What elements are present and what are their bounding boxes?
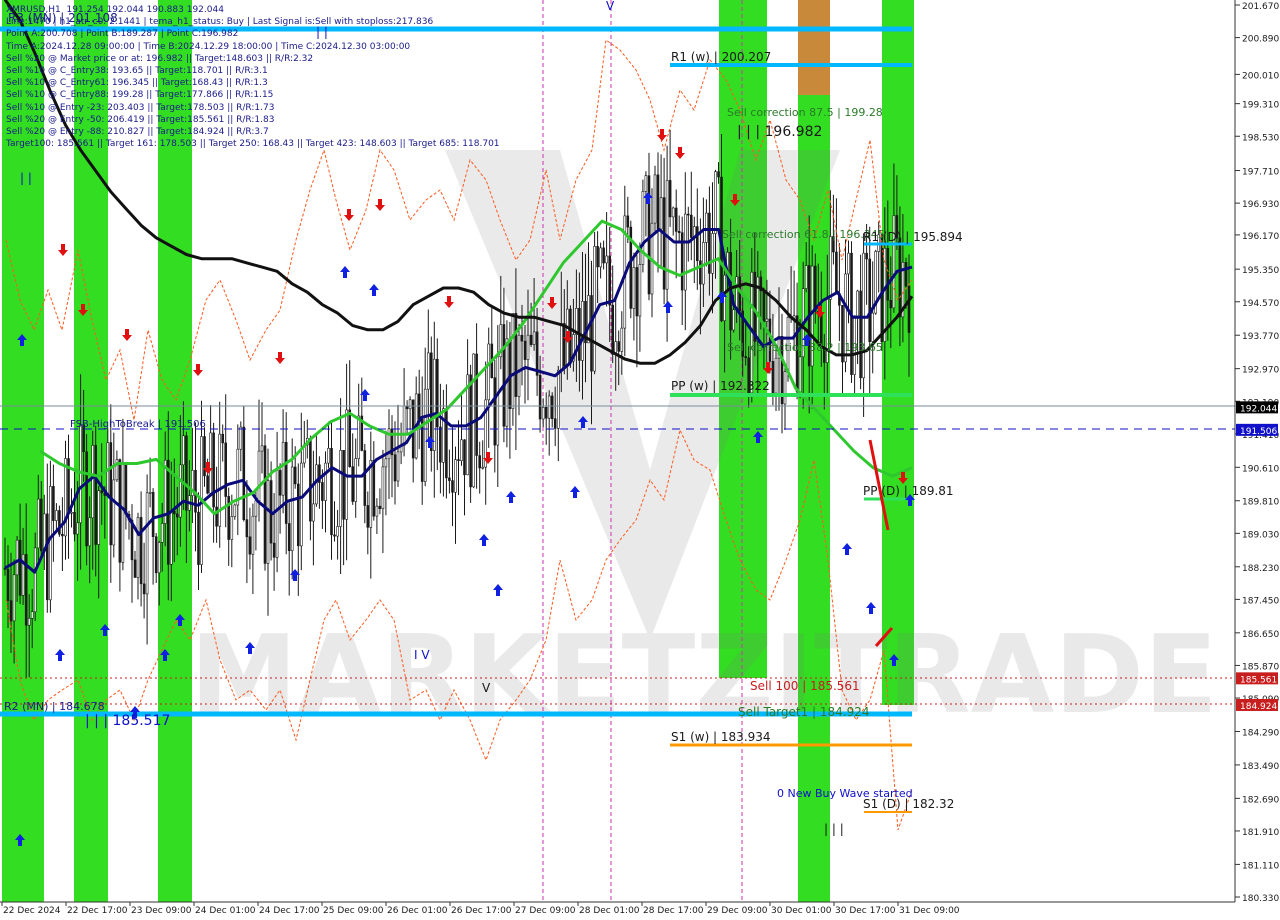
label-point-b: | | | 185.517 xyxy=(85,713,170,729)
x-tick-label: 30 Dec 17:00 xyxy=(835,906,896,916)
y-tick-label: 193.770 xyxy=(1242,332,1279,342)
info-line-8: Sell %10 @ C_Entry88: 199.28 || Target:1… xyxy=(6,90,274,101)
label-new-buy-wave: 0 New Buy Wave started xyxy=(777,787,913,800)
info-line-3: Point A:200.708 | Point B:189.287 | Poin… xyxy=(6,29,239,40)
y-tick-label: 196.930 xyxy=(1242,200,1279,210)
y-tick-label: 201.670 xyxy=(1242,2,1279,12)
info-panel: XMRUSD,H1 191.254 192.044 190.883 192.04… xyxy=(6,4,500,150)
x-tick-label: 25 Dec 09:00 xyxy=(323,906,384,916)
y-tick-label: 185.870 xyxy=(1242,662,1279,672)
y-tick-label: 183.490 xyxy=(1242,762,1279,772)
label-pp-d: PP (D) | 189.81 xyxy=(863,484,954,498)
watermark-text: MARKETZITRADE xyxy=(190,613,1218,738)
x-tick-label: 28 Dec 17:00 xyxy=(643,906,704,916)
info-line-2: Line:1470 | h1_atr_c0: 2.1441 | tema_h1_… xyxy=(6,17,434,28)
y-tick-label: 200.010 xyxy=(1242,71,1279,81)
y-tick-label: 198.530 xyxy=(1242,133,1279,143)
candle xyxy=(653,165,657,234)
info-line-7: Sell %10 @ C_Entry61: 196.345 || Target:… xyxy=(6,78,268,89)
candle xyxy=(58,505,61,537)
x-tick-label: 28 Dec 01:00 xyxy=(579,906,640,916)
y-tick-label: 190.610 xyxy=(1242,464,1279,474)
label-pp-w: PP (w) | 192.322 xyxy=(671,379,770,393)
candle xyxy=(641,179,645,273)
label-sell-corr-618: Sell correction 61.8 | 196.345 xyxy=(722,228,885,241)
y-tick-label: 197.710 xyxy=(1242,168,1279,178)
x-tick-label: 30 Dec 01:00 xyxy=(771,906,832,916)
price-axis: 201.670 200.890 200.010 199.310 198.530 197.7… xyxy=(1234,0,1280,904)
x-tick-label: 22 Dec 17:00 xyxy=(67,906,128,916)
y-tick-label: 182.690 xyxy=(1242,795,1279,805)
y-tick-label: 200.890 xyxy=(1242,35,1279,45)
y-tick-label: 189.030 xyxy=(1242,530,1279,540)
label-sell-corr-875: Sell correction 87.5 | 199.28 xyxy=(727,106,883,119)
label-r1-w: R1 (w) | 200.207 xyxy=(671,50,771,64)
price-tag-label: 191.506 xyxy=(1240,427,1277,437)
x-tick-label: 23 Dec 09:00 xyxy=(131,906,192,916)
x-tick-label: 24 Dec 17:00 xyxy=(259,906,320,916)
candle xyxy=(593,232,596,375)
info-line-4: Time A:2024.12.28 09:00:00 | Time B:2024… xyxy=(6,41,411,52)
marker-left: | | xyxy=(20,171,32,185)
info-line-1: XMRUSD,H1 191.254 192.044 190.883 192.04… xyxy=(6,5,224,15)
chart-window[interactable]: MARKETZITRADE R1 (w) | 200.207 Sell corr… xyxy=(0,0,1280,920)
y-tick-label: 199.310 xyxy=(1242,101,1279,111)
y-tick-label: 181.910 xyxy=(1242,828,1279,838)
candle xyxy=(85,434,88,566)
info-line-9: Sell %10 @ Entry -23: 203.403 || Target:… xyxy=(6,102,275,113)
marker-bottom: | | | xyxy=(824,822,844,836)
marker-v: V xyxy=(482,681,491,695)
candle xyxy=(263,434,267,571)
marker-mid: I V xyxy=(414,648,430,662)
marker-peak: V xyxy=(606,0,615,13)
y-tick-label: 192.970 xyxy=(1242,366,1279,376)
label-r1-d: R1 (D) | 195.894 xyxy=(863,230,963,244)
y-tick-label: 186.650 xyxy=(1242,630,1279,640)
info-line-6: Sell %10 @ C_Entry38: 193.65 || Target:1… xyxy=(6,65,268,76)
price-tag-label: 192.044 xyxy=(1240,404,1277,414)
y-tick-label: 184.290 xyxy=(1242,728,1279,738)
y-tick-label: 187.450 xyxy=(1242,596,1279,606)
info-line-12: Target100: 185.561 || Target 161: 178.50… xyxy=(6,139,500,150)
info-line-10: Sell %20 @ Entry -50: 206.419 || Target:… xyxy=(6,114,275,125)
label-sell-100: Sell 100 | 185.561 xyxy=(750,679,860,693)
label-sell-target1: Sell Target1 | 184.924 xyxy=(738,705,870,719)
y-tick-label: 196.170 xyxy=(1242,232,1279,242)
label-r2-mn: R2 (MN) | 184.678 xyxy=(4,700,105,713)
label-fsb: FSB-HighToBreak | 191.506 xyxy=(70,419,206,430)
y-tick-label: 188.230 xyxy=(1242,564,1279,574)
x-tick-label: 29 Dec 09:00 xyxy=(707,906,768,916)
time-axis: 22 Dec 2024 22 Dec 17:00 23 Dec 09:00 24 De… xyxy=(0,901,1280,920)
price-tag-label: 185.561 xyxy=(1240,675,1277,685)
info-line-5: Sell %20 @ Market price or at: 196.982 |… xyxy=(6,53,314,64)
candle xyxy=(629,220,633,319)
label-s1-w: S1 (w) | 183.934 xyxy=(671,730,771,744)
zone-5 xyxy=(798,0,830,95)
y-tick-label: 181.110 xyxy=(1242,861,1279,871)
x-tick-label: 22 Dec 2024 xyxy=(3,906,61,916)
x-tick-label: 26 Dec 17:00 xyxy=(451,906,512,916)
y-tick-label: 189.810 xyxy=(1242,498,1279,508)
y-tick-label: 195.350 xyxy=(1242,266,1279,276)
x-tick-label: 24 Dec 01:00 xyxy=(195,906,256,916)
candle xyxy=(511,312,515,426)
y-tick-label: 194.570 xyxy=(1242,299,1279,309)
x-tick-label: 31 Dec 09:00 xyxy=(899,906,960,916)
x-tick-label: 26 Dec 01:00 xyxy=(387,906,448,916)
label-sell-corr-382: Sell correction 38.2 | 193.65 xyxy=(727,341,883,354)
label-point-c: | | | 196.982 xyxy=(737,124,822,140)
info-line-11: Sell %20 @ Entry -88: 210.827 || Target:… xyxy=(6,126,269,137)
x-tick-label: 27 Dec 09:00 xyxy=(515,906,576,916)
price-tag-label: 184.924 xyxy=(1240,702,1277,712)
